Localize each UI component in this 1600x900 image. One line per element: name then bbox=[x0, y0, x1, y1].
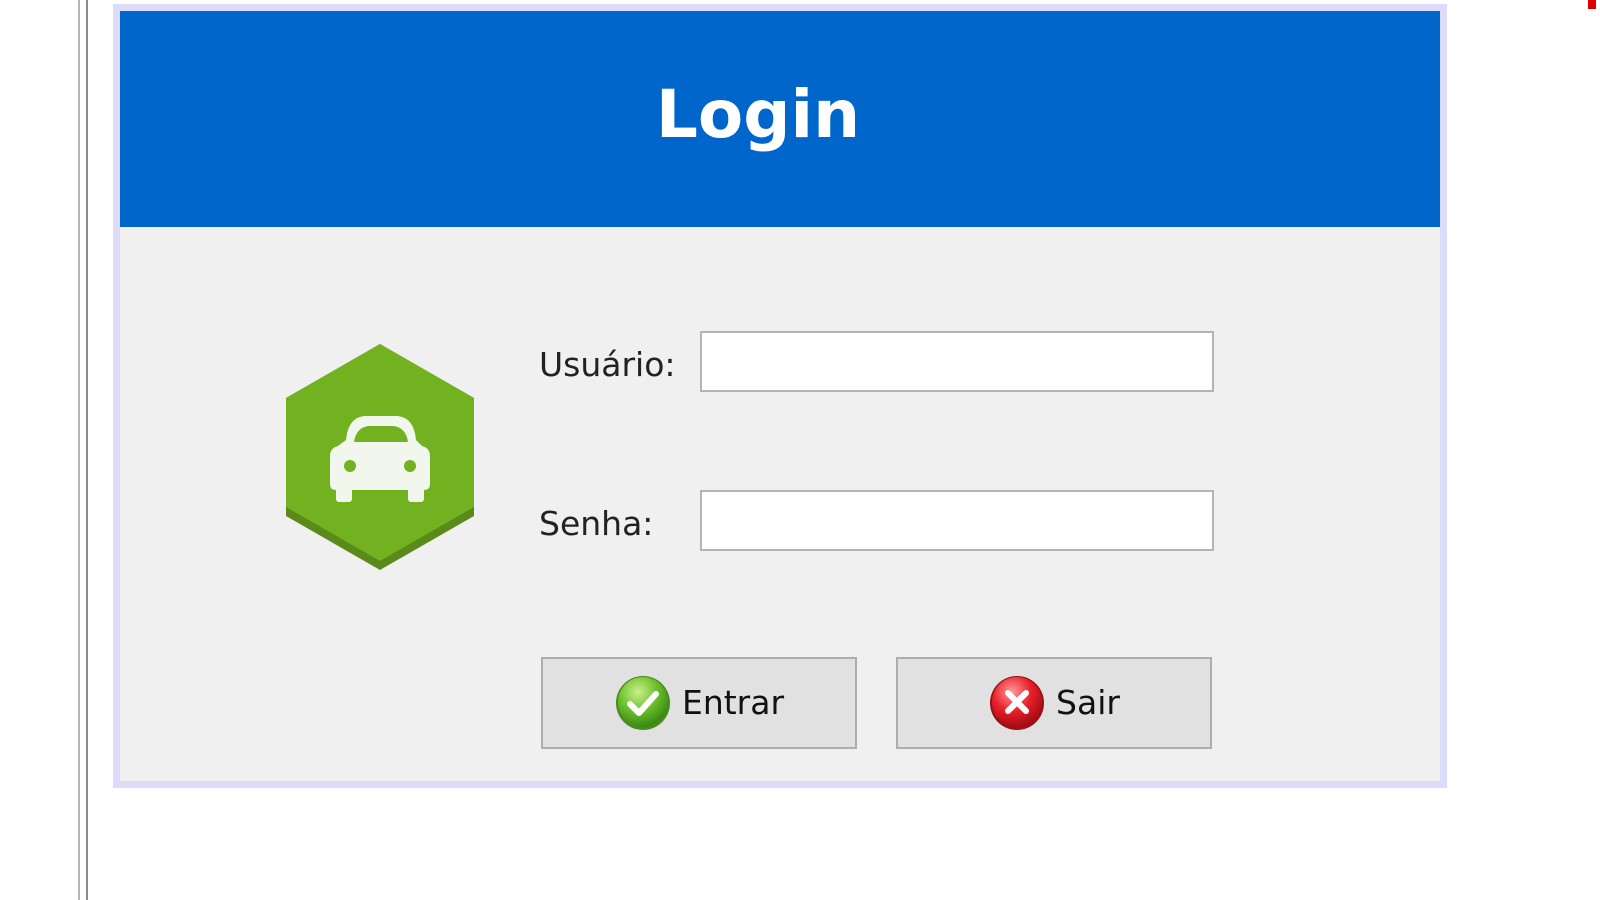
username-label: Usuário: bbox=[539, 345, 676, 384]
exit-button[interactable]: Sair bbox=[896, 657, 1212, 749]
exit-button-label: Sair bbox=[1056, 683, 1120, 722]
login-header: Login bbox=[120, 11, 1440, 227]
close-icon bbox=[990, 676, 1045, 730]
username-input[interactable] bbox=[700, 331, 1214, 392]
editor-canvas: Login Usuário: Senha: Entrar Sair bbox=[0, 0, 1600, 900]
login-window: Login Usuário: Senha: Entrar Sair bbox=[113, 4, 1447, 788]
check-icon bbox=[615, 676, 670, 730]
password-label: Senha: bbox=[539, 504, 654, 543]
car-logo-icon bbox=[286, 344, 474, 570]
enter-button[interactable]: Entrar bbox=[541, 657, 857, 749]
editor-rail-line bbox=[86, 0, 88, 900]
editor-rail-line bbox=[78, 0, 80, 900]
login-title: Login bbox=[655, 76, 861, 153]
corner-marker bbox=[1588, 0, 1596, 9]
enter-button-label: Entrar bbox=[681, 683, 785, 722]
password-input[interactable] bbox=[700, 490, 1214, 551]
